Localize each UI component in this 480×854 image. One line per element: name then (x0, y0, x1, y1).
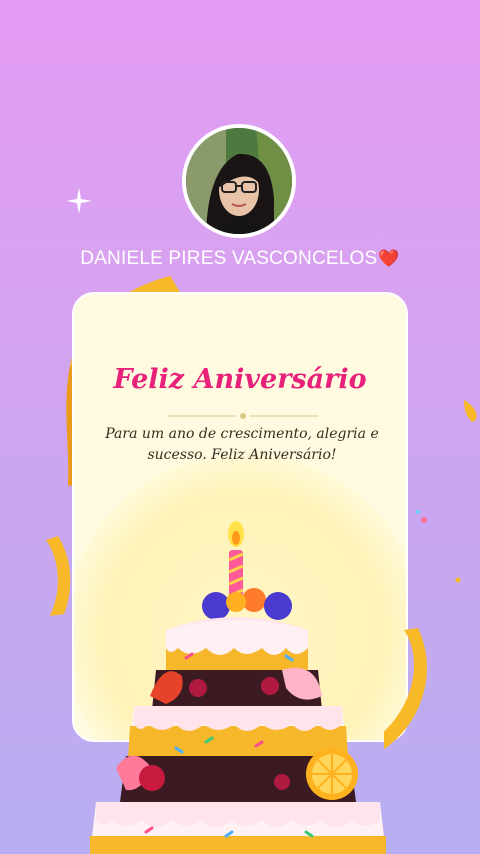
avatar-photo (186, 128, 292, 234)
profile-name-text: DANIELE PIRES VASCONCELOS (80, 248, 378, 269)
heart-icon: ❤️ (378, 249, 400, 268)
card-title: Feliz Aniversário (113, 364, 367, 395)
card-message: Para um ano de crescimento, alegria e su… (105, 426, 379, 463)
avatar[interactable] (182, 124, 296, 238)
title-divider (168, 413, 318, 419)
sparkle-icon (66, 188, 92, 214)
profile-name: DANIELE PIRES VASCONCELOS❤️ (0, 248, 480, 270)
birthday-cake-illustration (90, 521, 386, 854)
